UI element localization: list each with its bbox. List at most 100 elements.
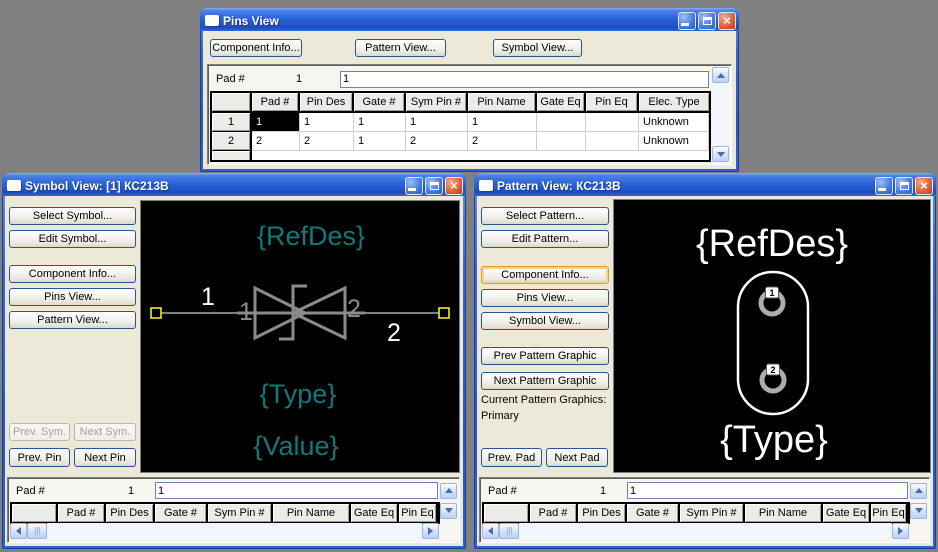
corner-header-cell[interactable] — [12, 504, 58, 524]
prev-pattern-graphic-button[interactable]: Prev Pattern Graphic — [481, 347, 609, 365]
cell-pad-selected[interactable]: 1 — [252, 113, 300, 132]
maximize-button[interactable] — [425, 177, 443, 195]
prev-pin-button[interactable]: Prev. Pin — [9, 448, 70, 467]
scrollbar-thumb[interactable] — [27, 523, 47, 539]
cell-pin-eq[interactable] — [586, 132, 639, 151]
cell-pin-des[interactable]: 2 — [300, 132, 354, 151]
header-pin-eq[interactable]: Pin Eq — [586, 93, 639, 113]
header-pad[interactable]: Pad # — [252, 93, 300, 113]
cell-gate-eq[interactable] — [537, 132, 586, 151]
horizontal-scrollbar[interactable] — [482, 523, 927, 540]
cell-elec-type[interactable]: Unknown — [639, 132, 709, 151]
close-button[interactable]: × — [915, 177, 933, 195]
cell-pin-eq[interactable] — [586, 113, 639, 132]
pins-view-titlebar[interactable]: Pins View × — [200, 8, 739, 31]
header-pin-name[interactable]: Pin Name — [273, 504, 351, 524]
component-info-button[interactable]: Component Info... — [9, 265, 136, 283]
scroll-left-button[interactable] — [10, 523, 27, 539]
pins-view-button[interactable]: Pins View... — [481, 289, 609, 307]
header-pin-eq[interactable]: Pin Eq — [871, 504, 908, 524]
scrollbar-track[interactable] — [712, 83, 729, 146]
cell-gate-eq[interactable] — [537, 113, 586, 132]
header-pin-name[interactable]: Pin Name — [468, 93, 537, 113]
header-sym-pin[interactable]: Sym Pin # — [406, 93, 468, 113]
prev-sym-button[interactable]: Prev. Sym. — [9, 423, 70, 441]
pins-view-button[interactable]: Pins View... — [9, 288, 136, 306]
cell-gate[interactable]: 1 — [354, 132, 406, 151]
select-pattern-button[interactable]: Select Pattern... — [481, 207, 609, 225]
pad-number-input[interactable] — [627, 482, 908, 499]
next-sym-button[interactable]: Next Sym. — [74, 423, 136, 441]
next-pattern-graphic-button[interactable]: Next Pattern Graphic — [481, 372, 609, 390]
row-header-empty[interactable] — [212, 151, 252, 162]
cell-elec-type[interactable]: Unknown — [639, 113, 709, 132]
row-header[interactable]: 1 — [212, 113, 252, 132]
scroll-down-button[interactable] — [712, 146, 729, 162]
scroll-up-button[interactable] — [440, 483, 457, 499]
scrollbar-thumb[interactable] — [499, 523, 519, 539]
header-gate-eq[interactable]: Gate Eq — [351, 504, 399, 524]
select-symbol-button[interactable]: Select Symbol... — [9, 207, 136, 225]
cell-sym-pin[interactable]: 1 — [406, 113, 468, 132]
header-pin-des[interactable]: Pin Des — [578, 504, 627, 524]
minimize-button[interactable] — [405, 177, 423, 195]
horizontal-scrollbar[interactable] — [10, 523, 457, 540]
scroll-right-button[interactable] — [892, 523, 909, 539]
component-info-button[interactable]: Component Info... — [481, 266, 609, 284]
pattern-view-titlebar[interactable]: Pattern View: КС213В × — [474, 173, 936, 196]
header-elec-type[interactable]: Elec. Type — [639, 93, 709, 113]
pattern-view-button[interactable]: Pattern View... — [9, 311, 136, 329]
pad-number-input[interactable] — [340, 71, 709, 88]
symbol-view-titlebar[interactable]: Symbol View: [1] КС213В × — [2, 173, 466, 196]
close-button[interactable]: × — [445, 177, 463, 195]
vertical-scrollbar[interactable] — [712, 67, 729, 162]
header-gate[interactable]: Gate # — [354, 93, 406, 113]
scroll-down-button[interactable] — [910, 503, 927, 519]
scroll-up-button[interactable] — [910, 483, 927, 499]
minimize-button[interactable] — [678, 12, 696, 30]
cell-pad[interactable]: 2 — [252, 132, 300, 151]
edit-symbol-button[interactable]: Edit Symbol... — [9, 230, 136, 248]
header-gate[interactable]: Gate # — [155, 504, 208, 524]
pin1-endpoint[interactable] — [151, 308, 161, 318]
pin2-endpoint[interactable] — [439, 308, 449, 318]
symbol-view-button[interactable]: Symbol View... — [481, 312, 609, 330]
header-pin-des[interactable]: Pin Des — [300, 93, 354, 113]
pad-number-input[interactable] — [155, 482, 438, 499]
cell-sym-pin[interactable]: 2 — [406, 132, 468, 151]
corner-header-cell[interactable] — [484, 504, 530, 524]
edit-pattern-button[interactable]: Edit Pattern... — [481, 230, 609, 248]
scroll-left-button[interactable] — [482, 523, 499, 539]
pattern-canvas[interactable]: {RefDes} 1 2 {Type} — [613, 199, 931, 473]
header-pin-name[interactable]: Pin Name — [745, 504, 823, 524]
header-gate[interactable]: Gate # — [627, 504, 680, 524]
header-gate-eq[interactable]: Gate Eq — [537, 93, 586, 113]
prev-pad-button[interactable]: Prev. Pad — [481, 448, 542, 467]
corner-header-cell[interactable] — [212, 93, 252, 113]
next-pad-button[interactable]: Next Pad — [546, 448, 608, 467]
maximize-button[interactable] — [698, 12, 716, 30]
window-icon[interactable] — [205, 15, 219, 26]
header-pin-eq[interactable]: Pin Eq — [399, 504, 438, 524]
cell-pin-name[interactable]: 2 — [468, 132, 537, 151]
header-sym-pin[interactable]: Sym Pin # — [680, 504, 745, 524]
scrollbar-track[interactable] — [519, 523, 892, 539]
header-sym-pin[interactable]: Sym Pin # — [208, 504, 273, 524]
maximize-button[interactable] — [895, 177, 913, 195]
cell-gate[interactable]: 1 — [354, 113, 406, 132]
scroll-down-button[interactable] — [440, 503, 457, 519]
cell-pin-des[interactable]: 1 — [300, 113, 354, 132]
symbol-view-button[interactable]: Symbol View... — [493, 39, 582, 57]
minimize-button[interactable] — [875, 177, 893, 195]
window-icon[interactable] — [479, 180, 493, 191]
header-pad[interactable]: Pad # — [58, 504, 106, 524]
symbol-canvas[interactable]: {RefDes} 1 1 2 2 {Type} {Value} — [140, 200, 460, 473]
component-info-button[interactable]: Component Info... — [210, 39, 302, 57]
close-button[interactable]: × — [718, 12, 736, 30]
scroll-right-button[interactable] — [422, 523, 439, 539]
header-pad[interactable]: Pad # — [530, 504, 578, 524]
cell-pin-name[interactable]: 1 — [468, 113, 537, 132]
header-pin-des[interactable]: Pin Des — [106, 504, 155, 524]
scrollbar-track[interactable] — [47, 523, 422, 539]
scroll-up-button[interactable] — [712, 67, 729, 83]
